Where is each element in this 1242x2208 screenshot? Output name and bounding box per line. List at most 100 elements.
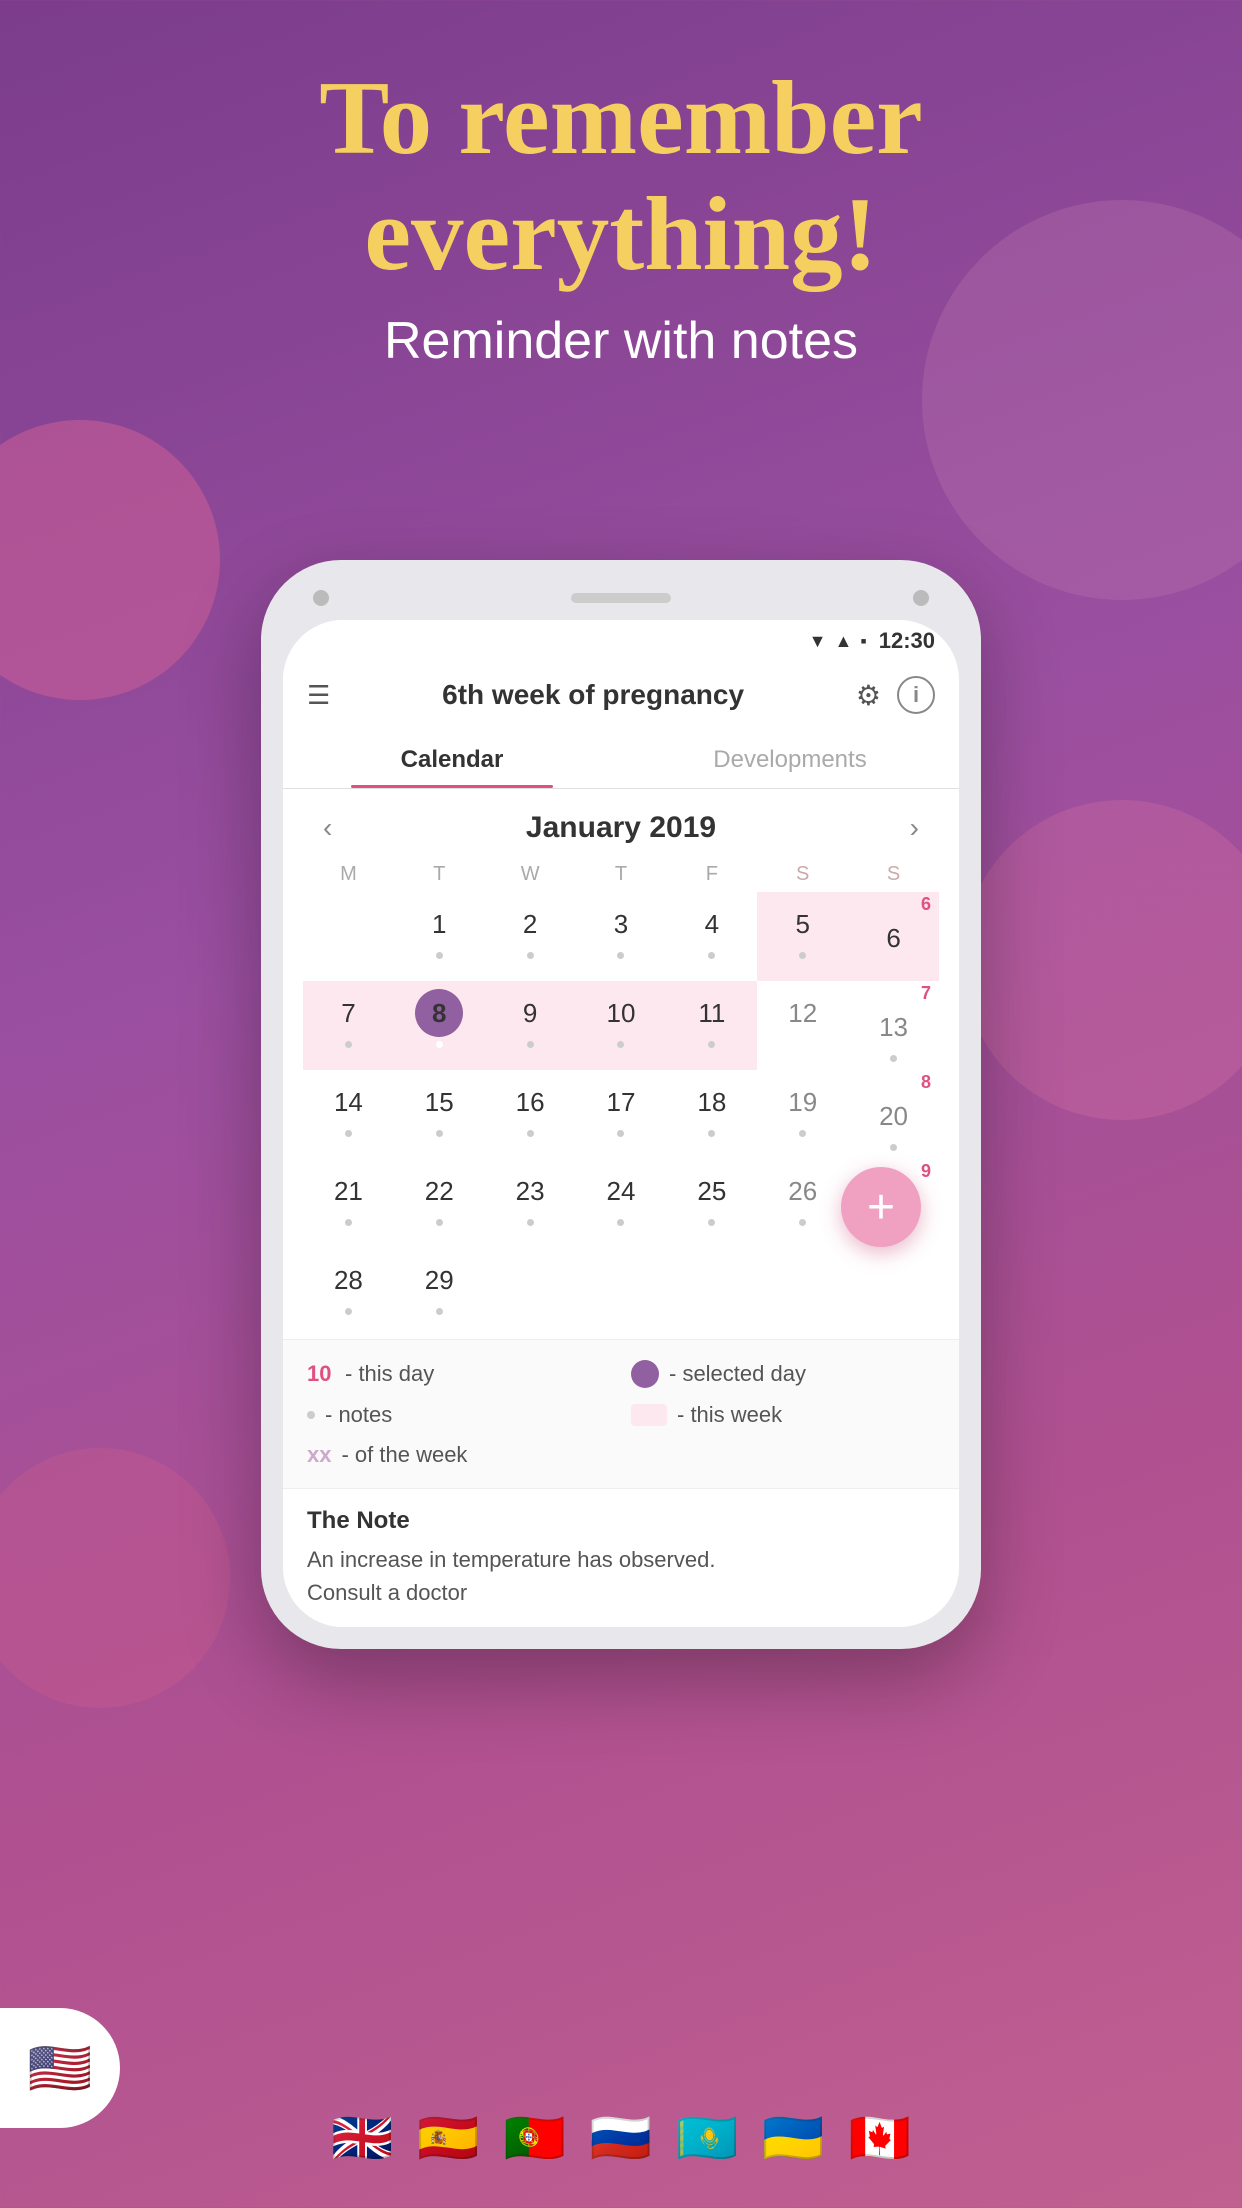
info-icon[interactable]: i xyxy=(897,676,935,714)
signal-icon: ▲ xyxy=(835,631,853,652)
note-body: An increase in temperature has observed.… xyxy=(307,1543,935,1609)
cal-cell-24[interactable]: 24 xyxy=(576,1159,667,1248)
legend-this-day-num: 10 xyxy=(307,1361,335,1387)
legend-this-day: 10 - this day xyxy=(307,1360,611,1388)
phone-camera-right xyxy=(913,590,929,606)
cal-cell-26[interactable]: 26 xyxy=(757,1159,848,1248)
day-header-m: M xyxy=(303,863,394,886)
hero-subtitle: Reminder with notes xyxy=(0,311,1242,371)
cal-dot xyxy=(708,952,715,959)
cal-cell-23[interactable]: 23 xyxy=(485,1159,576,1248)
cal-cell-empty-34 xyxy=(848,1248,939,1323)
legend-week-bg xyxy=(631,1404,667,1426)
legend-note-dot xyxy=(307,1411,315,1419)
app-header: ☰ 6th week of pregnancy ⚙ i xyxy=(283,658,959,732)
cal-cell-empty-31 xyxy=(576,1248,667,1323)
flag-pt[interactable]: 🇵🇹 xyxy=(504,2109,566,2168)
cal-dot xyxy=(436,1308,443,1315)
cal-cell-10[interactable]: 10 xyxy=(576,981,667,1070)
phone-inner: ▼ ▲ ▪ 12:30 ☰ 6th week of pregnancy ⚙ i … xyxy=(283,620,959,1627)
tab-developments[interactable]: Developments xyxy=(621,732,959,788)
legend-notes: - notes xyxy=(307,1402,611,1428)
flag-gb[interactable]: 🇬🇧 xyxy=(331,2109,393,2168)
phone-camera-left xyxy=(313,590,329,606)
wifi-icon: ▼ xyxy=(809,631,827,652)
cal-dot xyxy=(617,1219,624,1226)
cal-cell-1[interactable]: 1 xyxy=(394,892,485,981)
note-title: The Note xyxy=(307,1507,935,1535)
cal-cell-13[interactable]: 7 13 xyxy=(848,981,939,1070)
bg-circle-right-mid xyxy=(962,800,1242,1120)
cal-dot xyxy=(617,1130,624,1137)
cal-dot xyxy=(436,1041,443,1048)
cal-dot xyxy=(436,1130,443,1137)
flag-es[interactable]: 🇪🇸 xyxy=(417,2109,479,2168)
cal-cell-12[interactable]: 12 xyxy=(757,981,848,1070)
day-header-s1: S xyxy=(757,863,848,886)
cal-cell-28[interactable]: 28 xyxy=(303,1248,394,1323)
tab-calendar[interactable]: Calendar xyxy=(283,732,621,788)
flag-corner[interactable]: 🇺🇸 xyxy=(0,2008,120,2128)
cal-cell-19[interactable]: 19 xyxy=(757,1070,848,1159)
cal-cell-9[interactable]: 9 xyxy=(485,981,576,1070)
legend-week-num: xx - of the week xyxy=(307,1442,611,1468)
cal-cell-25[interactable]: 25 xyxy=(666,1159,757,1248)
cal-week-1: 1 2 3 4 5 xyxy=(303,892,939,981)
legend-notes-label: - notes xyxy=(325,1402,392,1428)
phone-notch-row xyxy=(283,582,959,620)
cal-dot xyxy=(527,1041,534,1048)
cal-cell-6[interactable]: 6 6 xyxy=(848,892,939,981)
cal-cell-14[interactable]: 14 xyxy=(303,1070,394,1159)
hero-section: To remember everything! Reminder with no… xyxy=(0,60,1242,371)
settings-icon[interactable]: ⚙ xyxy=(856,679,881,712)
flag-ca[interactable]: 🇨🇦 xyxy=(849,2109,911,2168)
cal-cell-20[interactable]: 8 20 xyxy=(848,1070,939,1159)
cal-dot xyxy=(799,1130,806,1137)
cal-cell-empty-30 xyxy=(485,1248,576,1323)
cal-cell-22[interactable]: 22 xyxy=(394,1159,485,1248)
bg-circle-left xyxy=(0,420,220,700)
legend-this-day-label: - this day xyxy=(345,1361,434,1387)
legend-selected-day: - selected day xyxy=(631,1360,935,1388)
battery-icon: ▪ xyxy=(860,631,866,652)
cal-dot xyxy=(527,1130,534,1137)
cal-cell-17[interactable]: 17 xyxy=(576,1070,667,1159)
status-bar: ▼ ▲ ▪ 12:30 xyxy=(283,620,959,658)
cal-cell-2[interactable]: 2 xyxy=(485,892,576,981)
legend-week-num-label: - of the week xyxy=(341,1442,467,1468)
status-time: 12:30 xyxy=(879,628,935,654)
cal-cell-16[interactable]: 16 xyxy=(485,1070,576,1159)
cal-cell-7[interactable]: 7 xyxy=(303,981,394,1070)
flag-kz[interactable]: 🇰🇿 xyxy=(676,2109,738,2168)
flag-ua[interactable]: 🇺🇦 xyxy=(762,2109,824,2168)
legend-this-week-label: - this week xyxy=(677,1402,782,1428)
cal-cell-empty-32 xyxy=(666,1248,757,1323)
cal-cell-29[interactable]: 29 xyxy=(394,1248,485,1323)
cal-dot xyxy=(527,952,534,959)
day-header-w: W xyxy=(485,863,576,886)
cal-cell-8[interactable]: 8 xyxy=(394,981,485,1070)
phone-wrapper: ▼ ▲ ▪ 12:30 ☰ 6th week of pregnancy ⚙ i … xyxy=(261,560,981,1649)
cal-cell-21[interactable]: 21 xyxy=(303,1159,394,1248)
cal-week-5: 28 29 xyxy=(303,1248,939,1323)
cal-cell-18[interactable]: 18 xyxy=(666,1070,757,1159)
phone-notch-center xyxy=(571,593,671,603)
phone-outer: ▼ ▲ ▪ 12:30 ☰ 6th week of pregnancy ⚙ i … xyxy=(261,560,981,1649)
cal-cell-3[interactable]: 3 xyxy=(576,892,667,981)
cal-week-3: 14 15 16 17 xyxy=(303,1070,939,1159)
cal-cell-11[interactable]: 11 xyxy=(666,981,757,1070)
cal-cell-empty-0[interactable] xyxy=(303,892,394,981)
cal-cell-5[interactable]: 5 xyxy=(757,892,848,981)
us-flag: 🇺🇸 xyxy=(28,2038,93,2099)
add-reminder-fab[interactable]: + xyxy=(841,1167,921,1247)
month-year-title: January 2019 xyxy=(526,811,716,845)
flag-ru[interactable]: 🇷🇺 xyxy=(590,2109,652,2168)
hamburger-icon[interactable]: ☰ xyxy=(307,680,330,711)
cal-cell-4[interactable]: 4 xyxy=(666,892,757,981)
day-header-s2: S xyxy=(848,863,939,886)
note-section: The Note An increase in temperature has … xyxy=(283,1488,959,1627)
next-month-button[interactable]: › xyxy=(900,812,929,844)
prev-month-button[interactable]: ‹ xyxy=(313,812,342,844)
legend-xx: xx xyxy=(307,1442,331,1468)
cal-cell-15[interactable]: 15 xyxy=(394,1070,485,1159)
